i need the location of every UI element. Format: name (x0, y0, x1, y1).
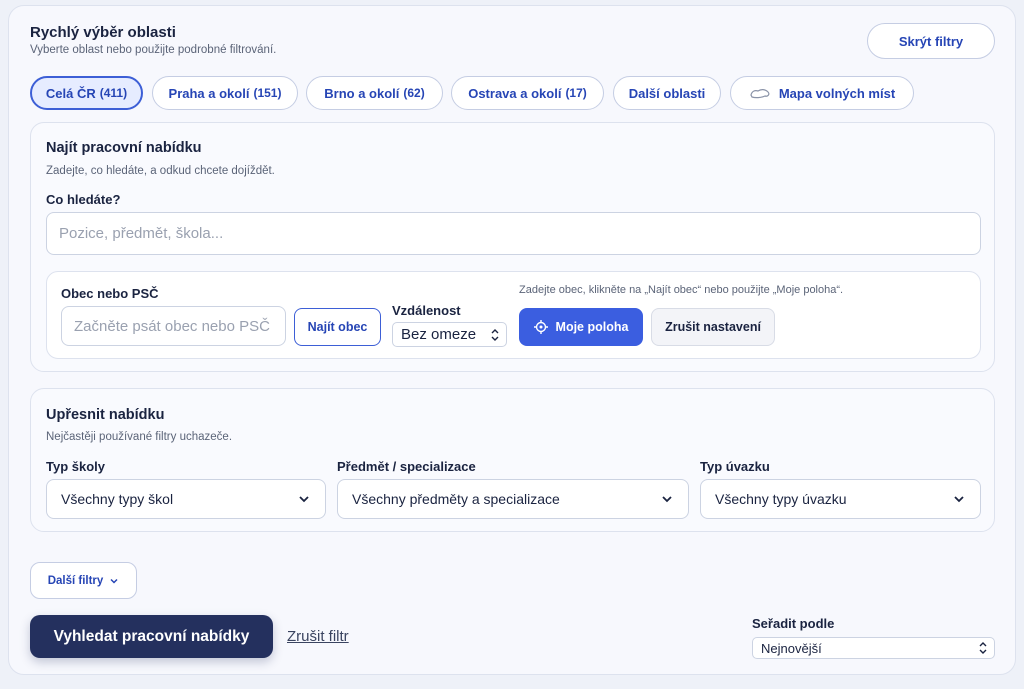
map-icon (750, 89, 770, 99)
quick-area-subtitle: Vyberte oblast nebo použijte podrobné fi… (30, 44, 277, 56)
pill-label: Mapa volných míst (778, 85, 896, 101)
school-type-select[interactable]: Všechny typy škol (46, 479, 326, 519)
refine-card: Upřesnit nabídku Nejčastěji používané fi… (30, 388, 995, 532)
sort-value: Nejnovější (761, 640, 822, 656)
school-type-value: Všechny typy škol (61, 491, 174, 507)
chevron-down-icon (110, 578, 118, 584)
location-hint: Zadejte obec, klikněte na „Najít obec“ n… (519, 284, 844, 296)
subject-label: Předmět / specializace (337, 459, 476, 474)
reset-location-button[interactable]: Zrušit nastavení (651, 308, 775, 346)
more-filters-label: Další filtry (47, 574, 104, 587)
my-location-label: Moje poloha (555, 320, 629, 334)
area-pill-brno[interactable]: Brno a okolí (62) (306, 76, 443, 110)
distance-label: Vzdálenost (392, 303, 461, 318)
chevron-down-icon (299, 496, 309, 503)
updown-chevron-icon (491, 328, 499, 341)
quick-area-title: Rychlý výběr oblasti (30, 24, 176, 41)
contract-type-label: Typ úvazku (700, 459, 770, 474)
area-pill-dalsi-oblasti[interactable]: Další oblasti (613, 76, 721, 110)
pill-label: Praha a okolí (168, 85, 250, 101)
distance-value: Bez omeze (401, 326, 477, 343)
refine-title: Upřesnit nabídku (46, 407, 165, 423)
contract-type-value: Všechny typy úvazku (715, 491, 847, 507)
pill-count: (151) (253, 86, 282, 100)
find-job-card: Najít pracovní nabídku Zadejte, co hledá… (30, 122, 995, 372)
find-job-subtitle: Zadejte, co hledáte, a odkud chcete dojí… (46, 165, 275, 177)
area-pill-mapa[interactable]: Mapa volných míst (730, 76, 914, 110)
chevron-down-icon (954, 496, 964, 503)
more-filters-button[interactable]: Další filtry (30, 562, 137, 599)
pill-label: Ostrava a okolí (468, 85, 562, 101)
area-pill-ostrava[interactable]: Ostrava a okolí (17) (451, 76, 604, 110)
location-input[interactable]: Začněte psát obec nebo PSČ (61, 306, 286, 346)
distance-select[interactable]: Bez omeze (392, 322, 507, 347)
area-pill-cela-cr[interactable]: Celá ČR (411) (30, 76, 143, 110)
refine-subtitle: Nejčastěji používané filtry uchazeče. (46, 431, 233, 443)
pill-count: (17) (565, 86, 587, 100)
search-jobs-button[interactable]: Vyhledat pracovní nabídky (30, 615, 273, 658)
what-label: Co hledáte? (46, 192, 121, 207)
pill-count: (62) (403, 86, 425, 100)
pill-label: Brno a okolí (324, 85, 400, 101)
find-job-title: Najít pracovní nabídku (46, 140, 202, 156)
find-town-button[interactable]: Najít obec (294, 308, 381, 346)
my-location-button[interactable]: Moje poloha (519, 308, 643, 346)
pill-label: Další oblasti (628, 85, 706, 101)
contract-type-select[interactable]: Všechny typy úvazku (700, 479, 981, 519)
location-card: Obec nebo PSČ Začněte psát obec nebo PSČ… (46, 271, 981, 359)
pill-count: (411) (99, 86, 128, 100)
subject-value: Všechny předměty a specializace (352, 491, 560, 507)
school-type-label: Typ školy (46, 459, 106, 474)
location-label: Obec nebo PSČ (61, 286, 159, 301)
chevron-down-icon (662, 496, 672, 503)
what-input[interactable]: Pozice, předmět, škola... (46, 212, 981, 255)
subject-select[interactable]: Všechny předměty a specializace (337, 479, 689, 519)
sort-label: Seřadit podle (752, 616, 835, 631)
clear-filter-link[interactable]: Zrušit filtr (287, 628, 349, 645)
crosshair-icon (533, 320, 548, 334)
updown-chevron-icon (979, 642, 987, 654)
area-pill-praha[interactable]: Praha a okolí (151) (152, 76, 298, 110)
filter-panel: Rychlý výběr oblasti Vyberte oblast nebo… (8, 5, 1016, 675)
hide-filters-button[interactable]: Skrýt filtry (867, 23, 995, 59)
sort-select[interactable]: Nejnovější (752, 637, 995, 659)
pill-label: Celá ČR (45, 85, 96, 101)
